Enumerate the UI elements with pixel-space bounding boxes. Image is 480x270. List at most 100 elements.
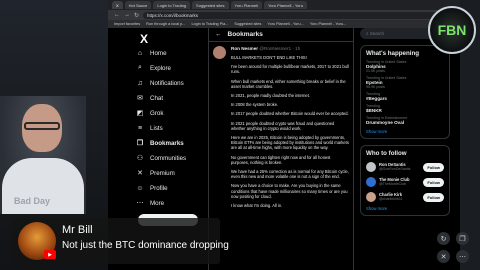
- nav-notifications[interactable]: ♫ Notifications: [136, 76, 183, 90]
- nav-label: Grok: [150, 109, 164, 117]
- grok-icon: ◩: [136, 110, 144, 117]
- tab-yoru-1[interactable]: Yoru Plannell: [230, 1, 262, 9]
- bookmark-link[interactable]: Run through a local p...: [146, 22, 185, 26]
- forward-icon[interactable]: →: [124, 12, 130, 18]
- author-handle: @RonNesmer1 · 1h: [259, 46, 301, 51]
- nav-label: More: [150, 199, 165, 207]
- chat-author: Mr Bill: [62, 224, 93, 236]
- follow-suggestion[interactable]: The Monie Club @TheMonieClub Follow: [366, 177, 444, 187]
- bookmark-icon: ❐: [136, 140, 144, 147]
- avatar[interactable]: [366, 162, 376, 172]
- tab-x[interactable]: X: [112, 1, 123, 9]
- post-text: I know what I'm doing. All in.: [231, 203, 283, 209]
- follow-button[interactable]: Follow: [423, 192, 444, 202]
- nav-lists[interactable]: ≡ Lists: [136, 121, 163, 135]
- author-name: Ron Nesmer: [231, 46, 259, 51]
- who-to-follow-card: Who to follow Ron DeSantis @GovRonDeSanti…: [360, 145, 450, 216]
- bookmark-link[interactable]: Suggested sites: [234, 22, 261, 26]
- nav-label: Home: [150, 49, 167, 57]
- youtube-icon: ▶: [44, 250, 56, 259]
- follow-handle: @GovRonDeSantis: [379, 167, 411, 171]
- tab-login[interactable]: Login to Trading: [153, 1, 191, 9]
- nav-chat[interactable]: ✉ Chat: [136, 91, 163, 105]
- trend-item[interactable]: Trending $BNKR: [366, 104, 444, 113]
- nav-home[interactable]: ⌂ Home: [136, 46, 167, 60]
- close-icon[interactable]: ✕: [437, 250, 450, 263]
- show-more-link[interactable]: Show more: [366, 129, 444, 134]
- url-input[interactable]: https://x.com/i/bookmarks: [143, 11, 454, 19]
- tab-suggested[interactable]: Suggested sites: [192, 1, 229, 9]
- copy-icon[interactable]: ❐: [456, 232, 469, 245]
- bell-icon: ♫: [137, 79, 143, 87]
- follow-name: Ron DeSantis @GovRonDeSantis: [379, 162, 420, 172]
- follow-name: The Monie Club @TheMonieClub: [379, 177, 420, 187]
- page-title: Bookmarks: [227, 31, 263, 38]
- search-placeholder: Search: [369, 31, 385, 36]
- nav-premium[interactable]: ✕ Premium: [136, 166, 175, 180]
- post-text: Now you have a choice to make. Are you b…: [231, 183, 348, 199]
- chat-message: Not just the BTC dominance dropping: [62, 240, 229, 251]
- bookmarks-bar: Import favorites Run through a local p..…: [108, 20, 460, 28]
- back-icon[interactable]: ←: [114, 12, 120, 18]
- follow-handle: @charliekirk11: [379, 197, 403, 201]
- follow-button[interactable]: Follow: [423, 177, 444, 187]
- channel-logo: FBN: [428, 6, 476, 54]
- post-text: In 2017 people doubted whether Bitcoin w…: [231, 111, 349, 117]
- nav-label: Communities: [150, 154, 187, 162]
- shirt-text: Bad Day: [14, 196, 51, 206]
- post-text: In 2021 people doubted crypto was fraud …: [231, 120, 335, 131]
- trend-name: #Beggars: [366, 96, 387, 101]
- tab-bar: X Hot Sauce Login to Trading Suggested s…: [108, 0, 460, 10]
- nav-communities[interactable]: ⚇ Communities: [136, 151, 186, 165]
- trend-item[interactable]: Trending #Beggars: [366, 92, 444, 101]
- bookmark-link[interactable]: Yoru Plannell - Yoru...: [310, 22, 346, 26]
- more-icon: ⋯: [136, 200, 144, 207]
- post-text: I've been around for multiple bull/bear …: [231, 64, 349, 75]
- post-text: We have had a 25% correction as is norma…: [231, 169, 349, 180]
- follow-handle: @TheMonieClub: [379, 182, 407, 186]
- follow-suggestion[interactable]: Charlie Kirk @charliekirk11 Follow: [366, 192, 444, 202]
- bookmarked-post[interactable]: Ron Nesmer @RonNesmer1 · 1h BULL MARKETS…: [209, 42, 353, 208]
- bookmark-link[interactable]: Yoru Plannell - Yoru...: [267, 22, 303, 26]
- refresh-icon[interactable]: ↻: [134, 12, 139, 19]
- chat-overlay: ▶ Mr Bill Not just the BTC dominance dro…: [12, 218, 229, 264]
- nav-grok[interactable]: ◩ Grok: [136, 106, 164, 120]
- person-icon: ☺: [136, 184, 144, 192]
- streamer-glasses: [24, 122, 60, 130]
- list-icon: ≡: [137, 124, 143, 132]
- tab-hot-sauce[interactable]: Hot Sauce: [124, 1, 152, 9]
- nav-more[interactable]: ⋯ More: [136, 196, 165, 210]
- avatar[interactable]: [366, 192, 376, 202]
- nav-bookmarks[interactable]: ❐ Bookmarks: [136, 136, 184, 150]
- x-logo[interactable]: X: [140, 32, 148, 46]
- main-timeline: ← Bookmarks Ron Nesmer @RonNesmer1 · 1h …: [208, 28, 354, 270]
- show-more-link[interactable]: Show more: [366, 206, 444, 211]
- trend-item[interactable]: Trending in Entertainment Drummoyne Oval: [366, 116, 444, 125]
- nav-profile[interactable]: ☺ Profile: [136, 181, 167, 195]
- refresh-icon[interactable]: ↻: [437, 232, 450, 245]
- trend-count: 95.9K posts: [366, 85, 385, 89]
- avatar[interactable]: [213, 46, 226, 59]
- trend-item[interactable]: Trending in United States Dolphins 21.5K p…: [366, 60, 444, 73]
- nav-label: Bookmarks: [150, 139, 184, 147]
- nav-label: Lists: [150, 124, 163, 132]
- follow-button[interactable]: Follow: [423, 162, 444, 172]
- tab-yoru-2[interactable]: Yoru Plannell - Yoru: [263, 1, 307, 9]
- trend-name: $BNKR: [366, 108, 382, 113]
- address-bar: ← → ↻ https://x.com/i/bookmarks: [108, 10, 460, 20]
- bookmark-link[interactable]: Import favorites: [114, 22, 140, 26]
- bookmark-link[interactable]: Login to Trading Pla...: [191, 22, 228, 26]
- trend-item[interactable]: Trending in United States Epstein 95.9K po…: [366, 76, 444, 89]
- post-text: In 2008 the system broke.: [231, 102, 279, 108]
- webcam-feed: Bad Day: [0, 96, 86, 214]
- back-arrow-icon[interactable]: ←: [215, 31, 222, 38]
- more-icon[interactable]: ⋯: [456, 250, 469, 263]
- follow-name: Charlie Kirk @charliekirk11: [379, 192, 420, 202]
- post-text: BULL MARKETS DON'T END LIKE THIS!: [231, 55, 307, 60]
- mail-icon: ✉: [137, 95, 143, 102]
- nav-explore[interactable]: ⌕ Explore: [136, 61, 171, 75]
- post-author[interactable]: Ron Nesmer @RonNesmer1 · 1h: [231, 46, 349, 51]
- avatar[interactable]: [366, 177, 376, 187]
- follow-suggestion[interactable]: Ron DeSantis @GovRonDeSantis Follow: [366, 162, 444, 172]
- trends-card: What's happening Trending in United Stat…: [360, 45, 450, 139]
